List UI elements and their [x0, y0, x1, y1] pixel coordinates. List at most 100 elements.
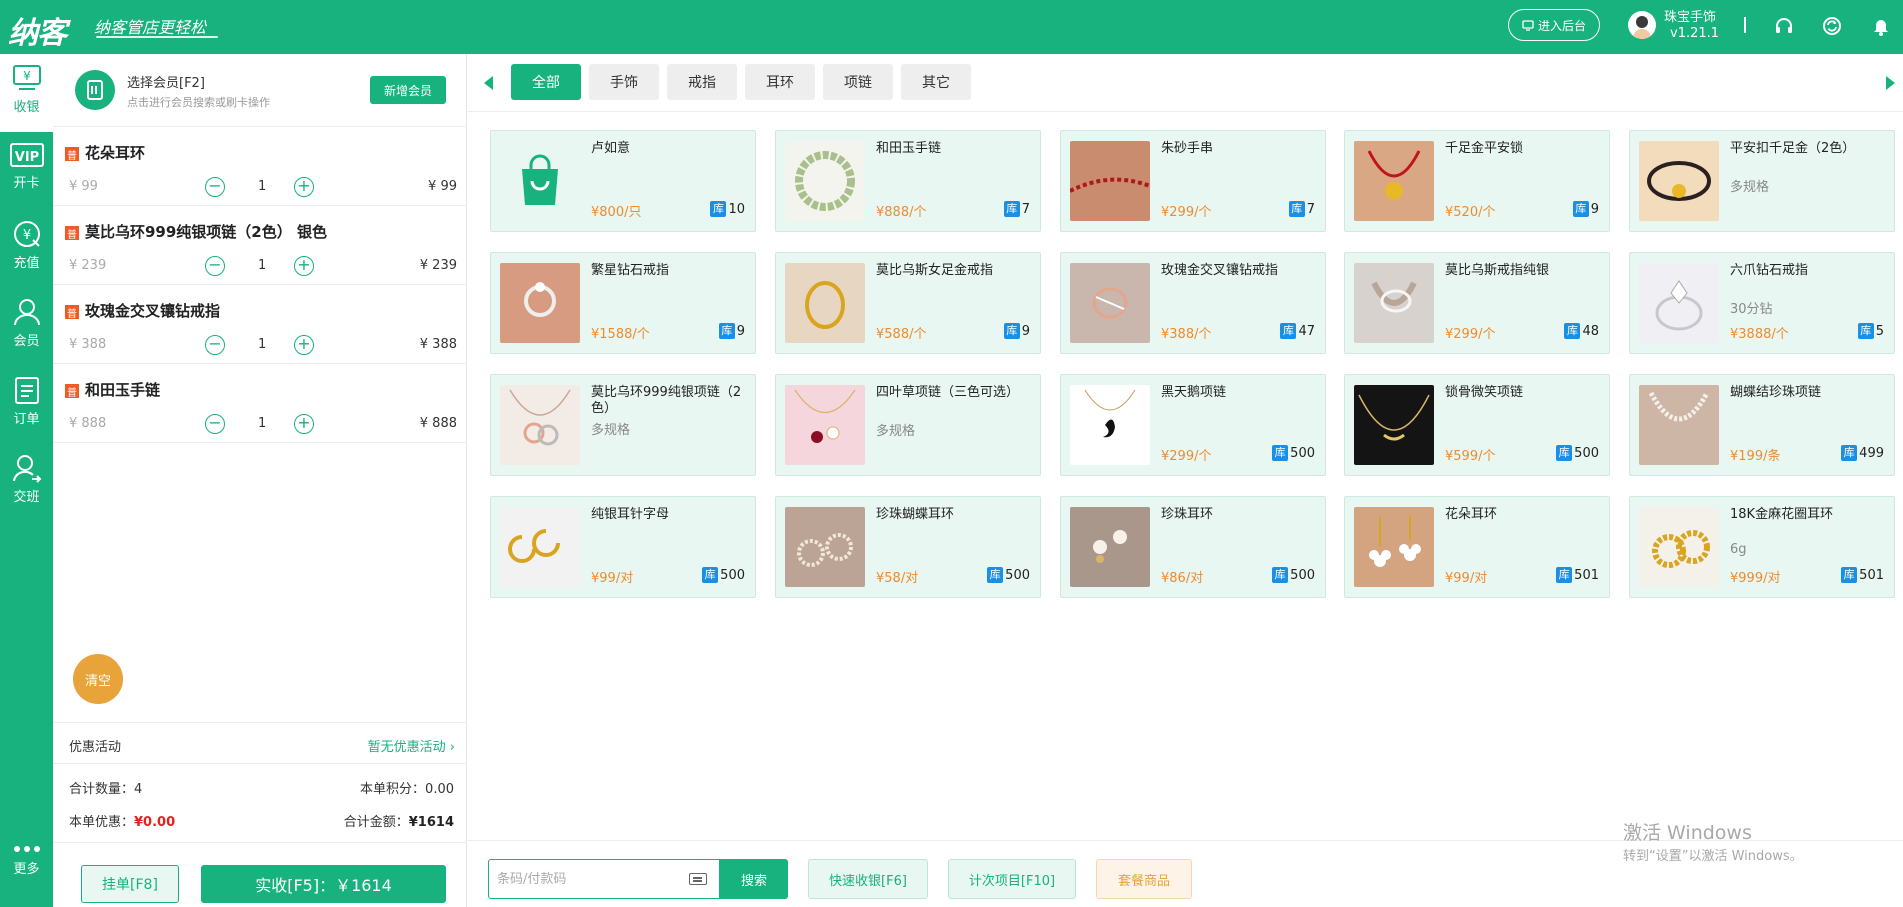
product-price: ¥1588/个 [591, 327, 650, 342]
app-version: v1.21.1 [1670, 26, 1720, 41]
count-item-button[interactable]: 计次项目[F10] [948, 859, 1076, 899]
hold-order-button[interactable]: 挂单[F8] [81, 865, 179, 903]
qty-decrease-button[interactable]: − [205, 335, 225, 355]
qty-increase-button[interactable]: + [294, 177, 314, 197]
product-card[interactable]: 四叶草项链（三色可选） 多规格 [775, 374, 1041, 476]
product-stock: 库 48 [1564, 323, 1599, 339]
product-name: 纯银耳针字母 [591, 507, 670, 522]
tab-rings[interactable]: 戒指 [667, 64, 737, 100]
product-card[interactable]: 卢如意 ¥800/只 库 10 [490, 130, 756, 232]
search-button[interactable]: 搜索 [720, 859, 788, 899]
tab-others[interactable]: 其它 [901, 64, 971, 100]
product-stock: 库9 [718, 323, 745, 339]
product-price: ¥388/个 [1161, 327, 1212, 342]
product-card[interactable]: 莫比乌环999纯银项链（2色） 多规格 [490, 374, 756, 476]
product-price: ¥588/个 [876, 327, 927, 342]
quick-checkout-button[interactable]: 快速收银[F6] [808, 859, 928, 899]
clear-cart-button[interactable]: 清空 [73, 654, 123, 704]
product-image [500, 141, 580, 221]
cart-item-price: ¥ 239 [69, 258, 107, 273]
product-card[interactable]: 珍珠耳环 ¥86/对 库 500 [1060, 496, 1326, 598]
product-price: ¥199/条 [1730, 449, 1781, 464]
item-type-badge: 普 [65, 305, 79, 320]
enter-backend-button[interactable]: 进入后台 [1508, 9, 1600, 41]
qty-increase-button[interactable]: + [294, 335, 314, 355]
nav-open-card[interactable]: VIP 开卡 [0, 132, 53, 210]
qty-increase-button[interactable]: + [294, 256, 314, 276]
product-image [1354, 385, 1434, 465]
stock-count: 7 [1306, 201, 1315, 217]
product-name: 卢如意 [591, 141, 631, 156]
product-card[interactable]: 锁骨微笑项链 ¥599/个 库 500 [1344, 374, 1610, 476]
cart-item[interactable]: 普 和田玉手链 ¥ 888 − 1 + ¥ 888 [53, 364, 467, 443]
nav-recharge[interactable]: ¥ 充值 [0, 210, 53, 288]
product-card[interactable]: 蝴蝶结珍珠项链 ¥199/条 库 499 [1629, 374, 1895, 476]
product-stock: 库 500 [1556, 445, 1599, 461]
slogan-underline [96, 36, 218, 38]
promotion-value[interactable]: 暂无优惠活动 › [368, 736, 455, 755]
cart-item-price: ¥ 888 [69, 416, 107, 431]
product-card[interactable]: 平安扣千足金（2色） 多规格 [1629, 130, 1895, 232]
stock-count: 500 [1574, 445, 1599, 461]
product-card[interactable]: 朱砂手串 ¥299/个 库 7 [1060, 130, 1326, 232]
product-card[interactable]: 千足金平安锁 ¥520/个 库 9 [1344, 130, 1610, 232]
barcode-input[interactable] [497, 869, 667, 889]
nav-more[interactable]: 更多 [0, 834, 53, 904]
category-prev-icon[interactable] [484, 76, 493, 90]
product-image [785, 507, 865, 587]
product-card[interactable]: 繁星钻石戒指 ¥1588/个 库 9 [490, 252, 756, 354]
product-image [500, 385, 580, 465]
category-next-icon[interactable] [1886, 76, 1895, 90]
tab-earrings[interactable]: 耳环 [745, 64, 815, 100]
nav-label: 订单 [13, 412, 40, 427]
stock-count: 5 [1875, 323, 1884, 339]
member-select-bar[interactable]: 选择会员[F2] 点击进行会员搜索或刷卡操作 新增会员 [53, 54, 467, 127]
product-card[interactable]: 珍珠蝴蝶耳环 ¥58/对 库 500 [775, 496, 1041, 598]
qty-decrease-button[interactable]: − [205, 256, 225, 276]
product-card[interactable]: 莫比乌斯戒指纯银 ¥299/个 库 48 [1344, 252, 1610, 354]
nav-order[interactable]: 订单 [0, 366, 53, 444]
nav-shift[interactable]: 交班 [0, 444, 53, 522]
product-name: 朱砂手串 [1161, 141, 1214, 156]
tab-all[interactable]: 全部 [511, 64, 581, 100]
product-card[interactable]: 纯银耳针字母 ¥99/对 库 500 [490, 496, 756, 598]
cart-item[interactable]: 普 花朵耳环 ¥ 99 − 1 + ¥ 99 [53, 127, 467, 206]
keyboard-icon[interactable] [689, 873, 707, 885]
promotion-row[interactable]: 优惠活动 暂无优惠活动 › [53, 722, 467, 764]
tab-necklaces[interactable]: 项链 [823, 64, 893, 100]
headset-icon[interactable] [1774, 16, 1794, 36]
qty-decrease-button[interactable]: − [205, 177, 225, 197]
product-card[interactable]: 莫比乌斯女足金戒指 ¥588/个 库 9 [775, 252, 1041, 354]
qty-decrease-button[interactable]: − [205, 414, 225, 434]
product-card[interactable]: 黑天鹅项链 ¥299/个 库 500 [1060, 374, 1326, 476]
product-card[interactable]: 玫瑰金交叉镶钻戒指 ¥388/个 库 47 [1060, 252, 1326, 354]
product-card[interactable]: 花朵耳环 ¥99/对 库 501 [1344, 496, 1610, 598]
cart-item[interactable]: 普 莫比乌环999纯银项链（2色） 银色 ¥ 239 − 1 + ¥ 239 [53, 206, 467, 285]
checkout-button[interactable]: 实收[F5]：￥1614 [201, 865, 446, 903]
tab-hand-jewelry[interactable]: 手饰 [589, 64, 659, 100]
stock-tag: 库 [1564, 323, 1581, 339]
combo-goods-button[interactable]: 套餐商品 [1096, 859, 1192, 899]
windows-activation-hint: 转到“设置”以激活 Windows。 [1623, 849, 1803, 864]
nav-member[interactable]: 会员 [0, 288, 53, 366]
bell-icon[interactable] [1871, 16, 1891, 36]
recharge-icon: ¥ [13, 221, 40, 247]
product-image [1354, 263, 1434, 343]
stock-tag: 库 [987, 567, 1004, 583]
refresh-icon[interactable] [1822, 16, 1842, 36]
stock-count: 500 [1290, 445, 1315, 461]
product-stock: 库 499 [1841, 445, 1884, 461]
nav-label: 充值 [13, 256, 40, 271]
product-name: 千足金平安锁 [1445, 141, 1524, 156]
product-card[interactable]: 六爪钻石戒指 30分钻 ¥3888/个 库 5 [1629, 252, 1895, 354]
product-card[interactable]: 18K金麻花圈耳环 6g ¥999/对 库 501 [1629, 496, 1895, 598]
product-image [785, 141, 865, 221]
product-card[interactable]: 和田玉手链 ¥888/个 库 7 [775, 130, 1041, 232]
cart-item[interactable]: 普 玫瑰金交叉镶钻戒指 ¥ 388 − 1 + ¥ 388 [53, 285, 467, 364]
new-member-button[interactable]: 新增会员 [370, 76, 446, 104]
qty-increase-button[interactable]: + [294, 414, 314, 434]
member-select-title: 选择会员[F2] [127, 76, 205, 91]
user-avatar[interactable] [1628, 11, 1656, 39]
nav-cashier[interactable]: ¥ 收银 [0, 54, 53, 132]
member-card-icon [75, 70, 115, 110]
